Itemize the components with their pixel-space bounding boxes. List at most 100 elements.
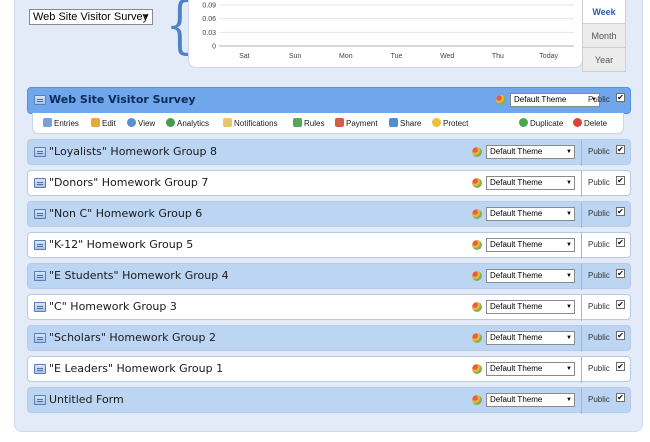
chevron-down-icon: ▼ xyxy=(566,242,572,248)
globe-icon xyxy=(166,118,175,127)
form-row[interactable]: "K-12" Homework Group 5 Default Theme ▼ P… xyxy=(27,232,631,259)
form-title[interactable]: "Non C" Homework Group 6 xyxy=(49,207,202,220)
y-tick-label: 0.06 xyxy=(202,16,216,23)
delete-button[interactable]: Delete xyxy=(573,118,607,128)
theme-select[interactable]: Default Theme ▼ xyxy=(486,393,575,407)
magnifier-icon xyxy=(127,118,136,127)
form-title[interactable]: "K-12" Homework Group 5 xyxy=(49,238,193,251)
divider xyxy=(581,388,582,414)
chevron-down-icon: ▼ xyxy=(566,304,572,310)
duplicate-label: Duplicate xyxy=(530,119,564,128)
share-button[interactable]: Share xyxy=(389,118,421,128)
range-tabs: Week Month Year xyxy=(582,0,626,72)
form-icon xyxy=(34,364,46,374)
form-select-dropdown[interactable]: Web Site Visitor Survey ▼ xyxy=(29,9,153,25)
theme-select[interactable]: Default Theme ▼ xyxy=(510,93,600,107)
public-checkbox[interactable]: ✔ xyxy=(616,393,625,402)
theme-select[interactable]: Default Theme ▼ xyxy=(486,145,575,159)
theme-select[interactable]: Default Theme ▼ xyxy=(486,331,575,345)
form-title[interactable]: "Donors" Homework Group 7 xyxy=(49,176,208,189)
public-label: Public xyxy=(588,209,610,218)
form-row[interactable]: "E Leaders" Homework Group 1 Default The… xyxy=(27,356,631,383)
y-tick-label: 0.09 xyxy=(202,3,216,10)
notifications-button[interactable]: Notifications xyxy=(223,118,278,128)
form-icon xyxy=(34,240,46,250)
tab-month[interactable]: Month xyxy=(582,24,626,48)
theme-select[interactable]: Default Theme ▼ xyxy=(486,269,575,283)
divider xyxy=(581,202,582,228)
theme-value: Default Theme xyxy=(490,302,543,311)
payment-button[interactable]: Payment xyxy=(335,118,378,128)
form-toolbar: Entries Edit View Analytics Notification… xyxy=(32,113,624,134)
chevron-down-icon: ▼ xyxy=(566,397,572,403)
tab-week[interactable]: Week xyxy=(582,0,626,24)
protect-button[interactable]: Protect xyxy=(432,118,468,128)
theme-select[interactable]: Default Theme ▼ xyxy=(486,176,575,190)
form-row[interactable]: "Donors" Homework Group 7 Default Theme ▼… xyxy=(27,170,631,197)
theme-select[interactable]: Default Theme ▼ xyxy=(486,238,575,252)
share-icon xyxy=(389,118,398,127)
form-title[interactable]: Web Site Visitor Survey xyxy=(49,93,196,106)
duplicate-button[interactable]: Duplicate xyxy=(519,118,563,128)
form-row[interactable]: "Non C" Homework Group 6 Default Theme ▼ … xyxy=(27,201,631,228)
palette-icon xyxy=(472,209,482,219)
x-tick-label: Mon xyxy=(339,53,353,60)
palette-icon xyxy=(472,147,482,157)
pencil-icon xyxy=(91,118,100,127)
public-checkbox[interactable]: ✔ xyxy=(616,207,625,216)
theme-value: Default Theme xyxy=(490,395,543,404)
form-title[interactable]: "Loyalists" Homework Group 8 xyxy=(49,145,217,158)
form-title[interactable]: "C" Homework Group 3 xyxy=(49,300,177,313)
public-checkbox[interactable]: ✔ xyxy=(616,93,625,102)
public-checkbox[interactable]: ✔ xyxy=(616,300,625,309)
form-row[interactable]: "Scholars" Homework Group 2 Default Them… xyxy=(27,325,631,352)
rules-button[interactable]: Rules xyxy=(293,118,324,128)
entries-label: Entries xyxy=(54,119,79,128)
public-checkbox[interactable]: ✔ xyxy=(616,176,625,185)
view-button[interactable]: View xyxy=(127,118,155,128)
entries-button[interactable]: Entries xyxy=(43,118,79,128)
delete-icon xyxy=(573,118,582,127)
public-label: Public xyxy=(588,178,610,187)
form-row-selected[interactable]: Web Site Visitor Survey Default Theme ▼ P… xyxy=(27,87,631,114)
plus-icon xyxy=(519,118,528,127)
chevron-down-icon: ▼ xyxy=(566,366,572,372)
public-checkbox[interactable]: ✔ xyxy=(616,145,625,154)
form-row[interactable]: "E Students" Homework Group 4 Default Th… xyxy=(27,263,631,290)
divider xyxy=(581,171,582,197)
public-checkbox[interactable]: ✔ xyxy=(616,331,625,340)
theme-value: Default Theme xyxy=(490,240,543,249)
analytics-button[interactable]: Analytics xyxy=(166,118,209,128)
theme-value: Default Theme xyxy=(514,95,567,104)
public-checkbox[interactable]: ✔ xyxy=(616,238,625,247)
notifications-label: Notifications xyxy=(234,119,278,128)
form-title[interactable]: "E Students" Homework Group 4 xyxy=(49,269,229,282)
tab-year[interactable]: Year xyxy=(582,48,626,72)
form-title[interactable]: "E Leaders" Homework Group 1 xyxy=(49,362,223,375)
envelope-icon xyxy=(223,118,232,127)
rules-label: Rules xyxy=(304,119,325,128)
form-row[interactable]: "Loyalists" Homework Group 8 Default The… xyxy=(27,139,631,166)
form-row[interactable]: "C" Homework Group 3 Default Theme ▼ Publ… xyxy=(27,294,631,321)
form-title[interactable]: "Scholars" Homework Group 2 xyxy=(49,331,216,344)
palette-icon xyxy=(472,178,482,188)
theme-select[interactable]: Default Theme ▼ xyxy=(486,207,575,221)
form-icon xyxy=(34,395,46,405)
palette-icon xyxy=(472,364,482,374)
form-title[interactable]: Untitled Form xyxy=(49,393,124,406)
form-select-value: Web Site Visitor Survey xyxy=(33,11,149,23)
x-tick-label: Sun xyxy=(289,53,302,60)
divider xyxy=(581,140,582,166)
form-icon xyxy=(34,302,46,312)
public-checkbox[interactable]: ✔ xyxy=(616,269,625,278)
theme-select[interactable]: Default Theme ▼ xyxy=(486,300,575,314)
public-label: Public xyxy=(588,395,610,404)
theme-select[interactable]: Default Theme ▼ xyxy=(486,362,575,376)
public-checkbox[interactable]: ✔ xyxy=(616,362,625,371)
view-label: View xyxy=(138,119,156,128)
form-row[interactable]: Untitled Form Default Theme ▼ Public ✔ xyxy=(27,387,631,414)
chevron-down-icon: ▼ xyxy=(566,211,572,217)
theme-value: Default Theme xyxy=(490,147,543,156)
edit-button[interactable]: Edit xyxy=(91,118,116,128)
x-tick-label: Wed xyxy=(440,53,454,60)
